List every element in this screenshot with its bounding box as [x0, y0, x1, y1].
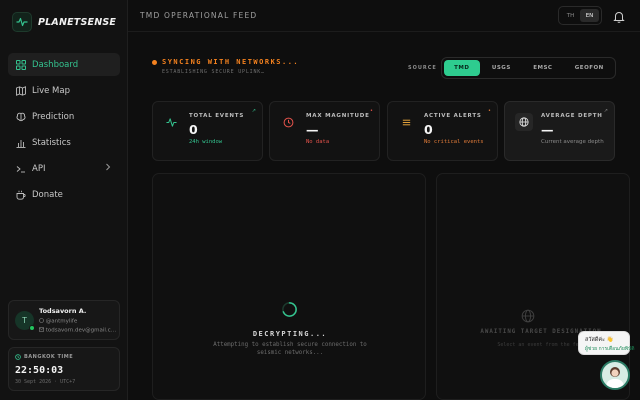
chat-greeting: สวัสดีค่ะ 👋 — [585, 337, 614, 343]
loading-subtitle: Attempting to establish secure connectio… — [213, 342, 367, 356]
clock-icon — [15, 354, 21, 360]
user-handle: @antmylife — [39, 318, 77, 325]
trend-indicator-icon: ↗ — [251, 108, 256, 114]
source-tabs: TMD USGS EMSC GEOFON — [441, 57, 616, 79]
avatar: T — [15, 311, 35, 331]
activity-icon — [165, 116, 177, 128]
sidebar-item-label: Donate — [32, 189, 63, 200]
layers-icon — [400, 116, 412, 128]
stat-label: AVERAGE DEPTH — [541, 113, 603, 119]
sidebar-item-label: Live Map — [32, 85, 70, 96]
loading-spinner-icon — [281, 301, 298, 318]
sidebar-item-label: Dashboard — [32, 59, 79, 70]
sidebar-item-label: Prediction — [32, 111, 75, 122]
clock-label: BANGKOK TIME — [15, 354, 73, 360]
globe-icon — [521, 308, 535, 323]
stat-card-max-magnitude: MAX MAGNITUDE — No data • — [269, 101, 380, 161]
globe-icon — [515, 113, 533, 131]
terminal-icon — [15, 163, 26, 174]
stat-value: 0 — [189, 122, 198, 137]
source-tab-emsc[interactable]: EMSC — [523, 60, 563, 76]
source-tab-geofon[interactable]: GEOFON — [566, 60, 613, 76]
trend-indicator-icon: • — [488, 108, 491, 114]
stat-card-average-depth: AVERAGE DEPTH — Current average depth ↗ — [504, 101, 615, 161]
sidebar-item-prediction[interactable]: Prediction — [8, 105, 120, 128]
pulse-logo-icon — [12, 12, 32, 32]
sidebar-item-api[interactable]: API — [8, 157, 120, 180]
brand[interactable]: PLANETSENSE — [12, 11, 116, 33]
source-tab-usgs[interactable]: USGS — [483, 60, 521, 76]
loading-title: DECRYPTING... — [252, 330, 328, 338]
stat-card-active-alerts: ACTIVE ALERTS 0 No critical events • — [387, 101, 498, 161]
gauge-icon — [282, 116, 294, 128]
chat-assistant-avatar[interactable] — [600, 360, 630, 390]
trend-indicator-icon: • — [370, 108, 373, 114]
language-switcher: TH EN — [558, 6, 602, 25]
coffee-icon — [15, 189, 26, 200]
clock-time: 22:50:03 — [15, 365, 64, 376]
stat-value: — — [306, 122, 319, 137]
bell-icon[interactable] — [612, 9, 626, 23]
stat-subtext: 24h window — [189, 139, 223, 145]
sidebar-item-label: Statistics — [32, 137, 71, 148]
stat-label: TOTAL EVENTS — [189, 113, 245, 119]
user-email: todsavorn.dev@gmail.c… — [38, 327, 116, 334]
online-status-dot — [29, 325, 35, 331]
sidebar-item-label: API — [32, 163, 46, 174]
sync-status-dot — [152, 60, 157, 65]
page-title: TMD OPERATIONAL FEED — [140, 11, 258, 20]
sidebar-item-donate[interactable]: Donate — [8, 183, 120, 206]
user-name: Todsavorn A. — [39, 307, 87, 315]
stat-subtext: No data — [306, 139, 330, 145]
language-option-th[interactable]: TH — [561, 9, 580, 22]
sync-subtitle: ESTABLISHING SECURE UPLINK… — [162, 69, 265, 75]
clock-date: 30 Sept 2026 · UTC+7 — [15, 379, 76, 385]
event-feed-panel: DECRYPTING... Attempting to establish se… — [152, 173, 426, 400]
stat-subtext: No critical events — [424, 139, 484, 145]
brain-icon — [15, 111, 26, 122]
bar-chart-icon — [15, 137, 26, 148]
mail-icon — [38, 327, 45, 332]
stat-card-total-events: TOTAL EVENTS 0 24h window ↗ — [152, 101, 263, 161]
sync-title: SYNCING WITH NETWORKS... — [162, 58, 300, 66]
trend-indicator-icon: ↗ — [603, 108, 608, 114]
github-icon — [39, 318, 44, 323]
user-card[interactable]: T Todsavorn A. @antmylife todsavorn.dev@… — [8, 300, 120, 340]
source-label: SOURCE — [408, 65, 437, 71]
stat-value: 0 — [424, 122, 433, 137]
grid-icon — [15, 59, 26, 70]
topbar: TMD OPERATIONAL FEED TH EN — [128, 0, 640, 32]
stat-subtext: Current average depth — [541, 139, 604, 145]
stat-value: — — [541, 122, 554, 137]
brand-name: PLANETSENSE — [38, 16, 117, 28]
chat-greeting-bubble[interactable]: สวัสดีค่ะ 👋 ผู้ช่วย การเตือนภัยพิบัติ — [578, 331, 635, 355]
map-icon — [15, 85, 26, 96]
stat-label: MAX MAGNITUDE — [306, 113, 370, 119]
sidebar-item-dashboard[interactable]: Dashboard — [8, 53, 120, 76]
event-detail-panel: AWAITING TARGET DESIGNATION Select an ev… — [436, 173, 630, 400]
source-tab-tmd[interactable]: TMD — [444, 60, 480, 76]
clock-card: BANGKOK TIME 22:50:03 30 Sept 2026 · UTC… — [8, 347, 120, 391]
sidebar-item-live-map[interactable]: Live Map — [8, 79, 120, 102]
sidebar: PLANETSENSE Dashboard Live Map Predictio… — [0, 0, 128, 400]
chevron-right-icon — [105, 163, 111, 174]
stat-label: ACTIVE ALERTS — [424, 113, 482, 119]
language-option-en[interactable]: EN — [580, 9, 599, 22]
sidebar-item-statistics[interactable]: Statistics — [8, 131, 120, 154]
chat-assistant-label: ผู้ช่วย การเตือนภัยพิบัติ — [585, 346, 635, 352]
sidebar-nav: Dashboard Live Map Prediction Statistics… — [8, 53, 120, 209]
